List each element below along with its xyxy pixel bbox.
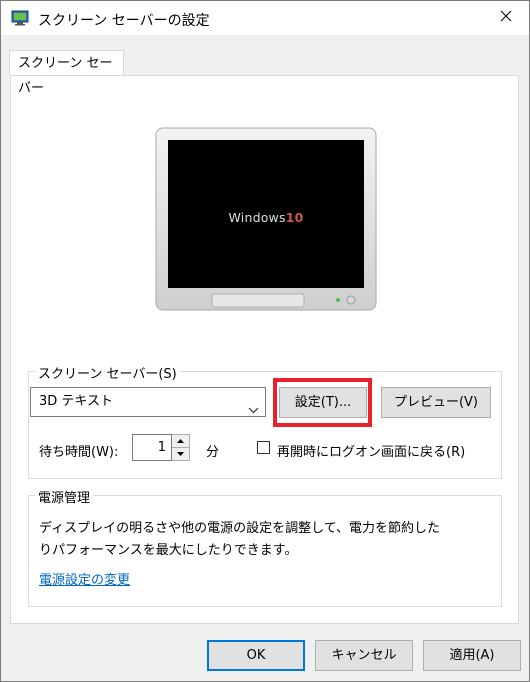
title-bar: スクリーン セーバーの設定 — [1, 1, 529, 35]
screensaver-group-legend: スクリーン セーバー(S) — [35, 363, 180, 382]
preview-version-text: 10 — [285, 210, 304, 225]
power-description-line1: ディスプレイの明るさや他の電源の設定を調整して、電力を節約した — [39, 521, 441, 536]
triangle-up-icon — [177, 439, 184, 443]
wait-time-spinner[interactable] — [172, 434, 190, 461]
resume-logon-checkbox[interactable] — [257, 441, 270, 454]
spin-down-button[interactable] — [172, 448, 189, 460]
wait-time-label: 待ち時間(W): — [39, 445, 119, 460]
triangle-down-icon — [177, 452, 184, 456]
power-settings-link[interactable]: 電源設定の変更 — [39, 569, 130, 588]
screensaver-settings-dialog: スクリーン セーバーの設定 スクリーン セーバー Windows10 スクリーン… — [0, 0, 530, 682]
preview-screen-text: Windows10 — [154, 210, 378, 225]
close-button[interactable] — [483, 1, 529, 35]
window-title: スクリーン セーバーの設定 — [38, 13, 210, 29]
preview-windows-text: Windows — [228, 210, 286, 225]
resume-logon-label[interactable]: 再開時にログオン画面に戻る(R) — [277, 441, 465, 460]
spin-up-button[interactable] — [172, 435, 189, 448]
apply-button[interactable]: 適用(A) — [423, 640, 521, 671]
tab-screensaver[interactable]: スクリーン セーバー — [9, 50, 124, 96]
chevron-down-icon — [248, 397, 259, 425]
preview-button[interactable]: プレビュー(V) — [381, 387, 491, 418]
wait-time-input[interactable]: 1 — [132, 434, 172, 461]
screensaver-selected-value: 3D テキスト — [39, 394, 114, 409]
ok-button[interactable]: OK — [207, 640, 305, 671]
wait-unit-label: 分 — [206, 445, 220, 460]
cancel-button[interactable]: キャンセル — [315, 640, 413, 671]
display-settings-icon — [11, 10, 29, 26]
screensaver-select[interactable]: 3D テキスト — [30, 387, 266, 417]
close-icon — [500, 10, 512, 26]
power-group-legend: 電源管理 — [35, 487, 94, 506]
settings-button[interactable]: 設定(T)... — [279, 387, 367, 418]
monitor-preview: Windows10 — [154, 126, 378, 318]
power-description-line2: りパフォーマンスを最大にしたりできます。 — [39, 543, 298, 558]
